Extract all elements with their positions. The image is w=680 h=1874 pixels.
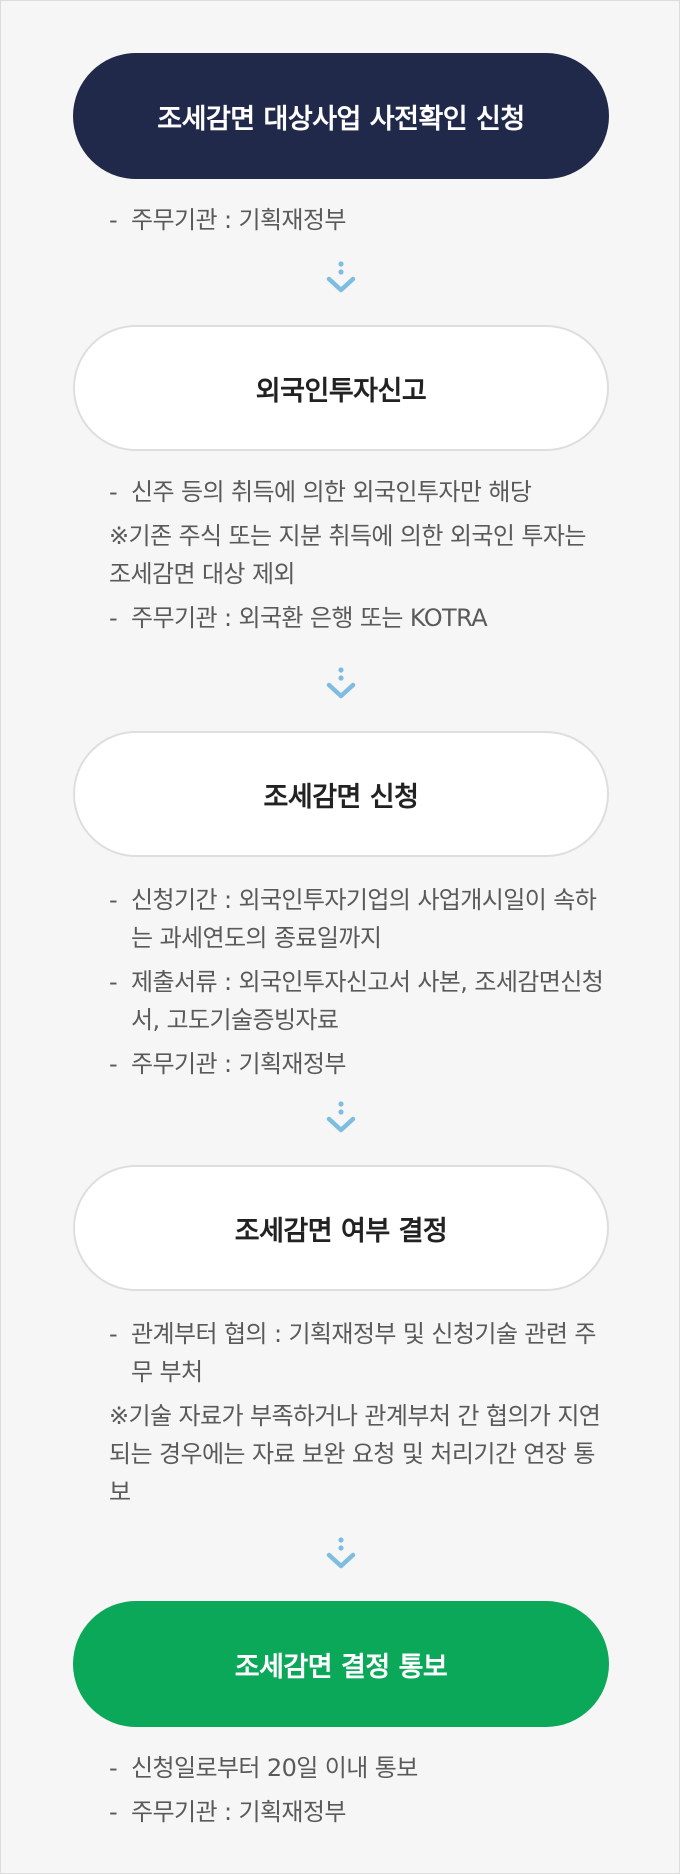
dotted-chevron-down-icon [326,1101,356,1133]
step-1-box: 조세감면 대상사업 사전확인 신청 [73,53,609,179]
step-1-title: 조세감면 대상사업 사전확인 신청 [157,103,525,135]
step-3-note-1: 신청기간 : 외국인투자기업의 사업개시일이 속하는 과세연도의 종료일까지 [109,881,609,957]
step-2-box: 외국인투자신고 [73,325,609,451]
step-4-notes: 관계부터 협의 : 기획재정부 및 신청기술 관련 주무 부처 ※기술 자료가 … [109,1315,609,1517]
diagram-frame: 조세감면 대상사업 사전확인 신청 주무기관 : 기획재정부 외국인투자신고 신… [0,0,680,1874]
step-4-box: 조세감면 여부 결정 [73,1165,609,1291]
step-5-note-2: 주무기관 : 기획재정부 [109,1793,609,1831]
step-5-box: 조세감면 결정 통보 [73,1601,609,1727]
step-5-notes: 신청일로부터 20일 이내 통보 주무기관 : 기획재정부 [109,1749,609,1837]
step-4-title: 조세감면 여부 결정 [234,1215,448,1247]
step-5-title: 조세감면 결정 통보 [234,1651,448,1683]
step-2-title: 외국인투자신고 [255,375,427,407]
step-2-remark: ※기존 주식 또는 지분 취득에 의한 외국인 투자는 조세감면 대상 제외 [109,522,586,588]
step-2-note-1: 신주 등의 취득에 의한 외국인투자만 해당 [109,473,609,511]
step-1-note-1: 주무기관 : 기획재정부 [109,201,609,239]
step-3-notes: 신청기간 : 외국인투자기업의 사업개시일이 속하는 과세연도의 종료일까지 제… [109,881,609,1089]
step-4-remark: ※기술 자료가 부족하거나 관계부처 간 협의가 지연되는 경우에는 자료 보완… [109,1402,601,1506]
step-2-note-3: 주무기관 : 외국환 은행 또는 KOTRA [109,599,609,637]
dotted-chevron-down-icon [326,667,356,699]
step-4-note-1: 관계부터 협의 : 기획재정부 및 신청기술 관련 주무 부처 [109,1315,609,1391]
step-3-box: 조세감면 신청 [73,731,609,857]
step-2-notes: 신주 등의 취득에 의한 외국인투자만 해당 ※기존 주식 또는 지분 취득에 … [109,473,609,643]
dotted-chevron-down-icon [326,1537,356,1569]
step-3-note-2: 제출서류 : 외국인투자신고서 사본, 조세감면신청서, 고도기술증빙자료 [109,963,609,1039]
step-1-notes: 주무기관 : 기획재정부 [109,201,609,245]
dotted-chevron-down-icon [326,261,356,293]
step-3-title: 조세감면 신청 [263,781,419,813]
step-3-note-3: 주무기관 : 기획재정부 [109,1045,609,1083]
step-5-note-1: 신청일로부터 20일 이내 통보 [109,1749,609,1787]
